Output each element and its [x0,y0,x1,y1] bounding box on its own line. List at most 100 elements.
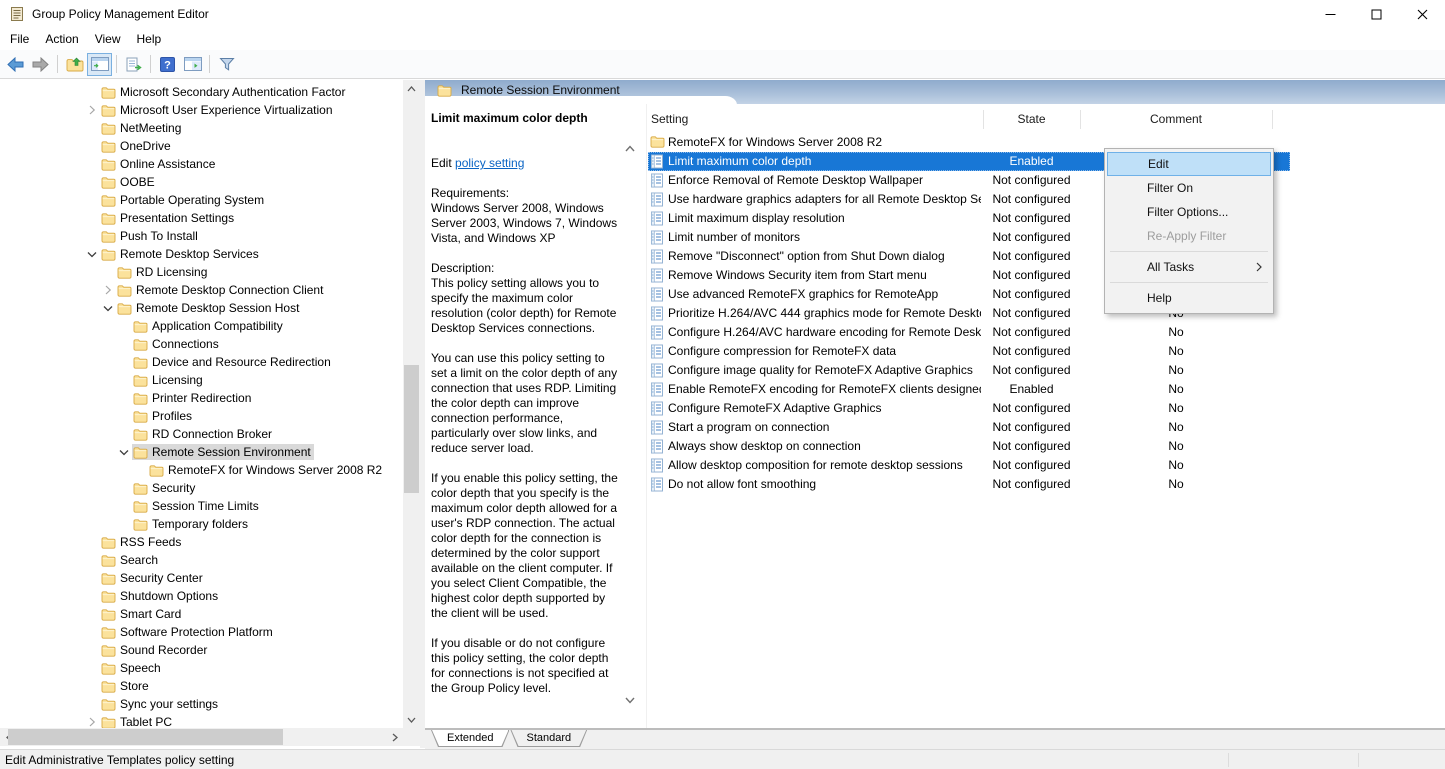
tree-item-label-area[interactable]: Temporary folders [132,516,251,532]
context-menu-filter-options[interactable]: Filter Options... [1107,200,1271,224]
policy-row-enable-remotefx-encoding-for-remotefx-clients-designed-f[interactable]: Enable RemoteFX encoding for RemoteFX cl… [648,380,1290,399]
filter-button[interactable] [214,53,239,76]
tree-item-label-area[interactable]: RSS Feeds [100,534,184,550]
forward-button[interactable] [28,53,53,76]
menu-view[interactable]: View [87,29,129,49]
scroll-up-button[interactable] [403,80,420,97]
policy-row-do-not-allow-font-smoothing[interactable]: Do not allow font smoothing Not configur… [648,475,1290,494]
show-action-pane-button[interactable] [180,53,205,76]
tab-standard[interactable]: Standard [510,730,587,747]
show-console-tree-button[interactable] [87,53,112,76]
tree-item-label-area[interactable]: Shutdown Options [100,588,221,604]
tree-item-portable-operating-system[interactable]: Portable Operating System [0,191,402,209]
menu-file[interactable]: File [2,29,37,49]
column-divider[interactable] [983,110,984,129]
tree-item-label-area[interactable]: Device and Resource Redirection [132,354,334,370]
help-scroll-up-icon[interactable] [622,140,638,156]
tree-item-label-area[interactable]: Remote Session Environment [132,444,314,460]
tree-item-temporary-folders[interactable]: Temporary folders [0,515,402,533]
tree-item-rd-connection-broker[interactable]: RD Connection Broker [0,425,402,443]
tree-item-push-to-install[interactable]: Push To Install [0,227,402,245]
tree-item-online-assistance[interactable]: Online Assistance [0,155,402,173]
menu-help[interactable]: Help [129,29,170,49]
column-header-comment[interactable]: Comment [1080,108,1272,131]
tree-item-label-area[interactable]: Microsoft Secondary Authentication Facto… [100,84,348,100]
column-divider[interactable] [1080,110,1081,129]
tree-item-licensing[interactable]: Licensing [0,371,402,389]
tree-item-search[interactable]: Search [0,551,402,569]
tree-item-printer-redirection[interactable]: Printer Redirection [0,389,402,407]
context-menu-edit[interactable]: Edit [1107,152,1271,176]
tree-item-label-area[interactable]: Remote Desktop Connection Client [116,282,326,298]
tree-vertical-scrollbar-thumb[interactable] [404,365,419,493]
tree-item-label-area[interactable]: Speech [100,660,164,676]
tree-item-label-area[interactable]: Portable Operating System [100,192,267,208]
context-menu-filter-on[interactable]: Filter On [1107,176,1271,200]
tree-item-remote-desktop-session-host[interactable]: Remote Desktop Session Host [0,299,402,317]
up-one-level-button[interactable] [62,53,87,76]
tree-item-label-area[interactable]: Security [132,480,198,496]
tree-item-netmeeting[interactable]: NetMeeting [0,119,402,137]
scroll-down-button[interactable] [403,711,420,728]
chevron-right-icon[interactable] [84,714,100,728]
maximize-button[interactable] [1353,0,1399,28]
tree-item-security-center[interactable]: Security Center [0,569,402,587]
chevron-right-icon[interactable] [100,282,116,298]
policy-row-always-show-desktop-on-connection[interactable]: Always show desktop on connection Not co… [648,437,1290,456]
tree-item-label-area[interactable]: Smart Card [100,606,184,622]
tree-item-rd-licensing[interactable]: RD Licensing [0,263,402,281]
tree-item-label-area[interactable]: Microsoft User Experience Virtualization [100,102,336,118]
chevron-right-icon[interactable] [84,102,100,118]
tree-item-label-area[interactable]: Printer Redirection [132,390,254,406]
tree-item-label-area[interactable]: RD Connection Broker [132,426,275,442]
tree-item-session-time-limits[interactable]: Session Time Limits [0,497,402,515]
policy-row-configure-image-quality-for-remotefx-adaptive-graphics[interactable]: Configure image quality for RemoteFX Ada… [648,361,1290,380]
policy-row-allow-desktop-composition-for-remote-desktop-sessions[interactable]: Allow desktop composition for remote des… [648,456,1290,475]
column-divider[interactable] [1272,110,1273,129]
tree-item-store[interactable]: Store [0,677,402,695]
tree-item-label-area[interactable]: Online Assistance [100,156,218,172]
tree-item-remote-desktop-connection-client[interactable]: Remote Desktop Connection Client [0,281,402,299]
tree-item-label-area[interactable]: Profiles [132,408,195,424]
tree-item-profiles[interactable]: Profiles [0,407,402,425]
column-header-state[interactable]: State [983,108,1080,131]
context-menu-all-tasks[interactable]: All Tasks [1107,255,1271,279]
help-scroll-down-icon[interactable] [622,692,638,708]
tree-item-oobe[interactable]: OOBE [0,173,402,191]
tree-item-label-area[interactable]: Sound Recorder [100,642,210,658]
tree-item-smart-card[interactable]: Smart Card [0,605,402,623]
tree-item-label-area[interactable]: Application Compatibility [132,318,286,334]
chevron-down-icon[interactable] [116,444,132,460]
policy-row-configure-h-264-avc-hardware-encoding-for-remote-deskt[interactable]: Configure H.264/AVC hardware encoding fo… [648,323,1290,342]
tree-item-label-area[interactable]: RemoteFX for Windows Server 2008 R2 [148,462,385,478]
tree-item-device-and-resource-redirection[interactable]: Device and Resource Redirection [0,353,402,371]
minimize-button[interactable] [1307,0,1353,28]
tree-item-label-area[interactable]: Push To Install [100,228,201,244]
tree-item-label-area[interactable]: Connections [132,336,222,352]
close-button[interactable] [1399,0,1445,28]
policy-row-configure-remotefx-adaptive-graphics[interactable]: Configure RemoteFX Adaptive Graphics Not… [648,399,1290,418]
back-button[interactable] [3,53,28,76]
tree-item-security[interactable]: Security [0,479,402,497]
tree-item-sound-recorder[interactable]: Sound Recorder [0,641,402,659]
export-list-button[interactable] [121,53,146,76]
tree-item-label-area[interactable]: Licensing [132,372,206,388]
tree-item-label-area[interactable]: RD Licensing [116,264,210,280]
tree-item-label-area[interactable]: NetMeeting [100,120,184,136]
tree-item-label-area[interactable]: Store [100,678,152,694]
tree-horizontal-scrollbar-thumb[interactable] [8,729,283,745]
chevron-down-icon[interactable] [84,246,100,262]
tree-item-label-area[interactable]: Search [100,552,161,568]
tree-item-label-area[interactable]: Security Center [100,570,206,586]
context-menu-help[interactable]: Help [1107,286,1271,310]
tree-item-connections[interactable]: Connections [0,335,402,353]
tree-item-label-area[interactable]: Software Protection Platform [100,624,276,640]
menu-action[interactable]: Action [37,29,86,49]
tree-item-label-area[interactable]: Presentation Settings [100,210,237,226]
tree-item-onedrive[interactable]: OneDrive [0,137,402,155]
tree-item-sync-your-settings[interactable]: Sync your settings [0,695,402,713]
tree-item-microsoft-user-experience-virtualization[interactable]: Microsoft User Experience Virtualization [0,101,402,119]
tree-item-speech[interactable]: Speech [0,659,402,677]
tree-item-label-area[interactable]: Remote Desktop Services [100,246,262,262]
tree-item-label-area[interactable]: Remote Desktop Session Host [116,300,302,316]
